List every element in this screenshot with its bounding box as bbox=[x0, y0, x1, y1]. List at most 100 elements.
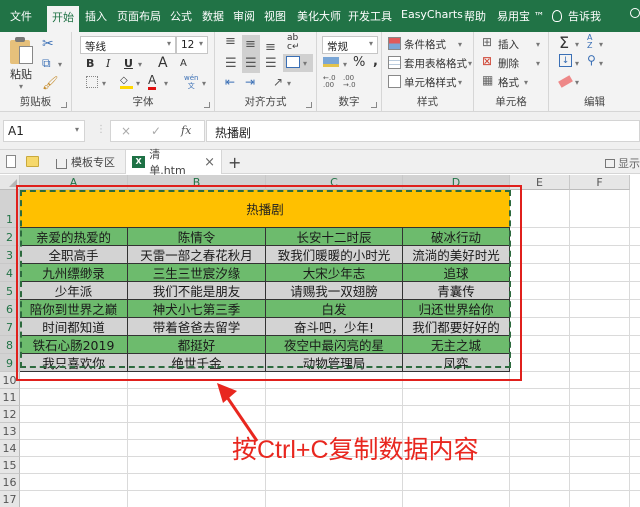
cell-c9[interactable]: 动物管理局 bbox=[266, 354, 403, 372]
font-name-select[interactable]: 等线 ▾ bbox=[80, 36, 176, 54]
cell-b4[interactable]: 三生三世宸汐缘 bbox=[128, 264, 266, 282]
row-header-4[interactable]: 4 bbox=[0, 264, 20, 282]
align-left-icon[interactable]: ☰ bbox=[225, 56, 237, 71]
row-header-11[interactable]: 11 bbox=[0, 389, 20, 406]
title-cell-a1[interactable]: 热播剧 bbox=[20, 190, 510, 228]
name-box[interactable]: A1 ▾ bbox=[3, 120, 85, 142]
autosum-dropdown-icon[interactable]: ▾ bbox=[575, 40, 579, 49]
row-header-1[interactable]: 1 bbox=[0, 190, 20, 228]
increase-decimal-icon[interactable]: ←.0.00 bbox=[323, 75, 336, 89]
cell-a8[interactable]: 铁石心肠2019 bbox=[20, 336, 128, 354]
align-center-icon[interactable]: ☰ bbox=[245, 56, 257, 71]
cell-b6[interactable]: 神犬小七第三季 bbox=[128, 300, 266, 318]
tab-yiyongbao[interactable]: 易用宝 ™ bbox=[497, 8, 545, 24]
cell-a5[interactable]: 少年派 bbox=[20, 282, 128, 300]
tab-easycharts[interactable]: EasyCharts bbox=[401, 8, 463, 21]
phonetic-dropdown-icon[interactable]: ▾ bbox=[202, 79, 206, 88]
tab-home[interactable]: 开始 bbox=[47, 6, 79, 32]
close-tab-button[interactable]: × bbox=[204, 155, 215, 170]
tab-page-layout[interactable]: 页面布局 bbox=[117, 8, 161, 24]
percent-button[interactable]: % bbox=[353, 55, 365, 70]
row-header-16[interactable]: 16 bbox=[0, 474, 20, 491]
cell-d8[interactable]: 无主之城 bbox=[403, 336, 510, 354]
search-button[interactable] bbox=[630, 8, 640, 21]
tab-developer[interactable]: 开发工具 bbox=[348, 8, 392, 24]
tab-insert[interactable]: 插入 bbox=[85, 8, 107, 24]
cell-d6[interactable]: 归还世界给你 bbox=[403, 300, 510, 318]
insert-function-button[interactable]: fx bbox=[181, 124, 191, 137]
cell-c8[interactable]: 夜空中最闪亮的星 bbox=[266, 336, 403, 354]
copy-dropdown-icon[interactable]: ▾ bbox=[58, 60, 62, 69]
tab-review[interactable]: 审阅 bbox=[233, 8, 255, 24]
cell-c3[interactable]: 致我们暖暖的小时光 bbox=[266, 246, 403, 264]
cancel-entry-button[interactable]: × bbox=[121, 124, 131, 138]
cell-b5[interactable]: 我们不能是朋友 bbox=[128, 282, 266, 300]
borders-dropdown-icon[interactable]: ▾ bbox=[102, 79, 106, 88]
cell-c6[interactable]: 白发 bbox=[266, 300, 403, 318]
tab-data[interactable]: 数据 bbox=[202, 8, 224, 24]
cell-d3[interactable]: 流淌的美好时光 bbox=[403, 246, 510, 264]
cell-c2[interactable]: 长安十二时辰 bbox=[266, 228, 403, 246]
cell-b8[interactable]: 都挺好 bbox=[128, 336, 266, 354]
formula-input[interactable]: 热播剧 bbox=[206, 120, 640, 142]
row-header-3[interactable]: 3 bbox=[0, 246, 20, 264]
increase-font-button[interactable]: A bbox=[158, 55, 168, 71]
decrease-indent-icon[interactable]: ⇤ bbox=[225, 75, 235, 89]
orientation-dropdown-icon[interactable]: ▾ bbox=[287, 79, 291, 88]
cut-icon[interactable]: ✂ bbox=[42, 36, 54, 52]
cell-a3[interactable]: 全职高手 bbox=[20, 246, 128, 264]
decrease-decimal-icon[interactable]: .00 →.0 bbox=[343, 75, 356, 89]
paste-dropdown-icon[interactable]: ▾ bbox=[19, 82, 23, 91]
increase-indent-icon[interactable]: ⇥ bbox=[245, 75, 255, 89]
accounting-dropdown-icon[interactable]: ▾ bbox=[343, 60, 347, 69]
confirm-entry-button[interactable]: ✓ bbox=[151, 124, 161, 138]
align-top-icon[interactable]: ≡ bbox=[225, 34, 236, 49]
autosum-icon[interactable]: Σ bbox=[559, 33, 569, 52]
row-header-14[interactable]: 14 bbox=[0, 440, 20, 457]
merge-dropdown-icon[interactable]: ▾ bbox=[303, 59, 307, 68]
fill-icon[interactable]: ↓ bbox=[559, 54, 572, 67]
align-bottom-icon[interactable]: ≡ bbox=[265, 40, 276, 55]
row-header-15[interactable]: 15 bbox=[0, 457, 20, 474]
row-header-6[interactable]: 6 bbox=[0, 300, 20, 318]
row-header-5[interactable]: 5 bbox=[0, 282, 20, 300]
cell-b9[interactable]: 绝世千金 bbox=[128, 354, 266, 372]
cell-b2[interactable]: 陈情令 bbox=[128, 228, 266, 246]
cell-a7[interactable]: 时间都知道 bbox=[20, 318, 128, 336]
row-header-8[interactable]: 8 bbox=[0, 336, 20, 354]
row-header-12[interactable]: 12 bbox=[0, 406, 20, 423]
cell-b3[interactable]: 天雷一部之春花秋月 bbox=[128, 246, 266, 264]
tell-me-button[interactable]: 告诉我 bbox=[552, 8, 601, 24]
align-right-icon[interactable]: ☰ bbox=[265, 56, 277, 71]
tab-document-file[interactable]: X 清单.htm × bbox=[125, 148, 222, 177]
column-header-c[interactable]: C bbox=[266, 175, 403, 190]
number-format-select[interactable]: 常规 ▾ bbox=[322, 36, 378, 54]
tab-beautify-master[interactable]: 美化大师 bbox=[297, 8, 341, 24]
fill-color-icon[interactable]: ◇ bbox=[120, 75, 133, 89]
cell-a9[interactable]: 我只喜欢你 bbox=[20, 354, 128, 372]
cell-a6[interactable]: 陪你到世界之巅 bbox=[20, 300, 128, 318]
new-tab-button[interactable]: + bbox=[222, 150, 247, 174]
column-header-f[interactable]: F bbox=[570, 175, 630, 190]
show-button[interactable]: 显示 bbox=[605, 155, 640, 171]
tab-file[interactable]: 文件 bbox=[10, 8, 32, 24]
folder-icon[interactable] bbox=[26, 156, 39, 167]
fill-color-dropdown-icon[interactable]: ▾ bbox=[136, 79, 140, 88]
find-dropdown-icon[interactable]: ▾ bbox=[599, 59, 603, 68]
new-document-icon[interactable] bbox=[6, 155, 16, 168]
decrease-font-button[interactable]: A bbox=[180, 58, 187, 69]
wrap-text-icon[interactable]: ab c↵ bbox=[287, 34, 300, 52]
underline-button[interactable]: U bbox=[124, 57, 133, 70]
tab-formulas[interactable]: 公式 bbox=[170, 8, 192, 24]
fill-dropdown-icon[interactable]: ▾ bbox=[575, 59, 579, 68]
formula-bar-grip-icon[interactable]: ⋮ bbox=[96, 124, 106, 135]
sort-filter-dropdown-icon[interactable]: ▾ bbox=[599, 40, 603, 49]
cell-a2[interactable]: 亲爱的热爱的 bbox=[20, 228, 128, 246]
comma-button[interactable]: , bbox=[373, 54, 378, 69]
spreadsheet-grid[interactable]: ABCDEF 1 2 3 4 5 6 7 8 9 10 11 12 13 14 15 16 17 热播剧 亲爱的热… bbox=[0, 175, 640, 507]
row-header-9[interactable]: 9 bbox=[0, 354, 20, 372]
orientation-icon[interactable]: ↗ bbox=[273, 75, 283, 89]
cell-d2[interactable]: 破冰行动 bbox=[403, 228, 510, 246]
cell-c5[interactable]: 请赐我一双翅膀 bbox=[266, 282, 403, 300]
column-header-d[interactable]: D bbox=[403, 175, 510, 190]
